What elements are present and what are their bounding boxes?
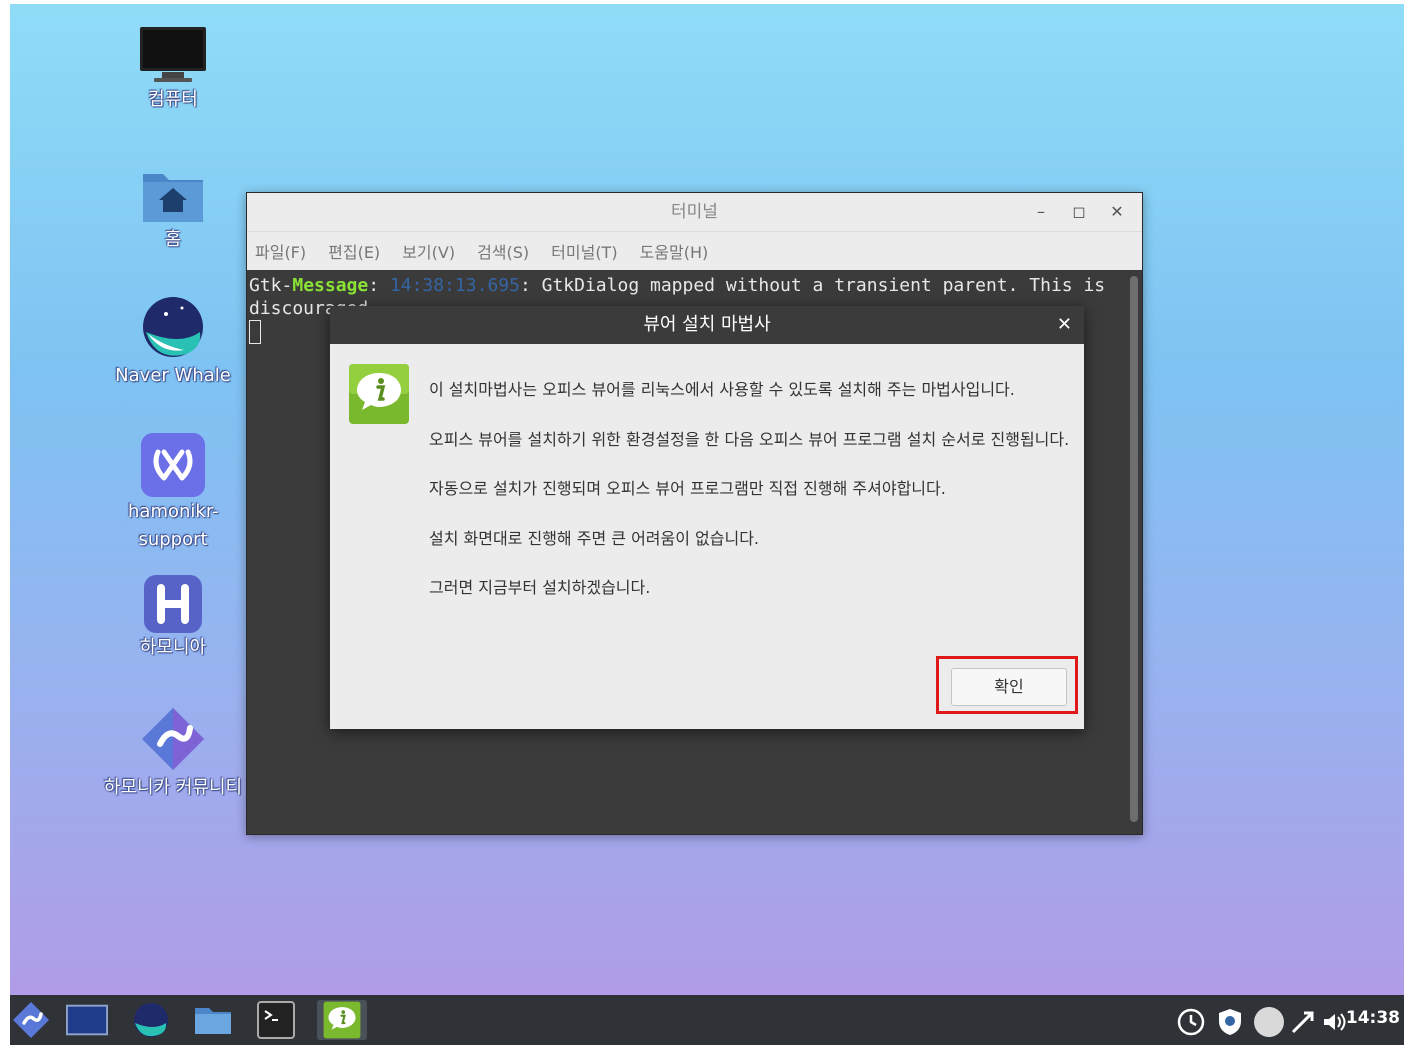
hamonia-icon bbox=[143, 574, 203, 634]
computer-monitor-icon bbox=[138, 24, 208, 86]
menu-file[interactable]: 파일(F) bbox=[255, 239, 306, 263]
hamonikr-support-icon bbox=[140, 432, 206, 498]
desktop-icon-hamonikr-support[interactable]: hamonikr-support bbox=[98, 432, 248, 554]
installer-dialog: 뷰어 설치 마법사 ✕ 이 설치마법사는 오피스 뷰어를 리눅스에서 사용할 수… bbox=[330, 306, 1084, 729]
dialog-line-5: 그러면 지금부터 설치하겠습니다. bbox=[429, 578, 651, 597]
naver-whale-icon bbox=[134, 1003, 168, 1037]
output-rest: : GtkDialog mapped without a transient p… bbox=[519, 275, 1106, 296]
desktop-icon-label: hamonikr-support bbox=[128, 501, 219, 550]
desktop-icon-label: 하모니카 커뮤니티 bbox=[103, 777, 243, 798]
dialog-line-1: 이 설치마법사는 오피스 뷰어를 리눅스에서 사용할 수 있도록 설치해 주는 … bbox=[429, 380, 1015, 399]
naver-whale-icon bbox=[138, 292, 208, 362]
desktop-icon-label: 하모니아 bbox=[139, 637, 207, 658]
minimize-button[interactable]: – bbox=[1026, 193, 1056, 231]
close-button[interactable]: ✕ bbox=[1102, 193, 1132, 231]
desktop-icon-home[interactable]: 홈 bbox=[98, 164, 248, 254]
dialog-message: 이 설치마법사는 오피스 뷰어를 리눅스에서 사용할 수 있도록 설치해 주는 … bbox=[429, 380, 1079, 628]
menu-edit[interactable]: 편집(E) bbox=[328, 239, 380, 263]
terminal-icon bbox=[257, 1001, 295, 1039]
terminal-line-1: Gtk-Message: 14:38:13.695: GtkDialog map… bbox=[249, 274, 1140, 297]
terminal-titlebar[interactable]: 터미널 – ◻ ✕ bbox=[247, 193, 1142, 232]
output-timestamp: 14:38:13.695 bbox=[389, 275, 520, 296]
ok-button[interactable]: 확인 bbox=[951, 668, 1067, 706]
dialog-line-3: 자동으로 설치가 진행되며 오피스 뷰어 프로그램만 직접 진행해 주셔야합니다… bbox=[429, 479, 946, 498]
dialog-title: 뷰어 설치 마법사 bbox=[643, 314, 771, 335]
update-clock-icon[interactable] bbox=[1176, 1007, 1206, 1041]
dialog-line-2: 오피스 뷰어를 설치하기 위한 환경설정을 한 다음 오피스 뷰어 프로그램 설… bbox=[429, 429, 1070, 449]
terminal-cursor bbox=[249, 320, 261, 344]
network-icon[interactable] bbox=[1290, 1009, 1316, 1039]
taskbar: 14:38 bbox=[10, 995, 1404, 1045]
desktop-icon-naver-whale[interactable]: Naver Whale bbox=[98, 292, 248, 390]
dialog-close-button[interactable]: ✕ bbox=[1057, 306, 1072, 344]
system-tray bbox=[1176, 1005, 1346, 1043]
taskbar-naver-whale[interactable] bbox=[130, 1000, 172, 1040]
menu-search[interactable]: 검색(S) bbox=[477, 239, 529, 263]
start-menu-button[interactable] bbox=[10, 1000, 52, 1040]
desktop-icon-hamonikr-community[interactable]: 하모니카 커뮤니티 bbox=[98, 704, 248, 802]
show-desktop-icon bbox=[66, 1004, 108, 1036]
taskbar-installer-dialog[interactable] bbox=[317, 1000, 367, 1040]
terminal-scrollbar[interactable] bbox=[1130, 276, 1138, 822]
info-icon bbox=[348, 363, 410, 429]
menu-view[interactable]: 보기(V) bbox=[402, 239, 455, 263]
home-folder-icon bbox=[140, 164, 206, 226]
hamonikr-logo-icon bbox=[13, 1002, 49, 1038]
output-keyword: Message bbox=[292, 275, 369, 296]
dialog-titlebar[interactable]: 뷰어 설치 마법사 ✕ bbox=[330, 306, 1084, 344]
desktop-icon-label: Naver Whale bbox=[115, 365, 231, 386]
maximize-button[interactable]: ◻ bbox=[1064, 193, 1094, 231]
taskbar-terminal[interactable] bbox=[255, 1000, 297, 1040]
folder-icon bbox=[195, 1008, 231, 1034]
terminal-menubar: 파일(F) 편집(E) 보기(V) 검색(S) 터미널(T) 도움말(H) bbox=[247, 232, 1142, 270]
desktop-icon-label: 홈 bbox=[164, 229, 182, 250]
dialog-line-4: 설치 화면대로 진행해 주면 큰 어려움이 없습니다. bbox=[429, 528, 760, 548]
terminal-title: 터미널 bbox=[671, 202, 718, 222]
output-colon: : bbox=[368, 275, 390, 296]
clock[interactable]: 14:38 bbox=[1346, 1008, 1400, 1028]
menu-help[interactable]: 도움말(H) bbox=[640, 239, 709, 263]
ok-button-highlight: 확인 bbox=[936, 656, 1078, 714]
info-icon bbox=[323, 1001, 361, 1039]
hamonikr-community-icon bbox=[138, 704, 208, 774]
status-circle-icon[interactable] bbox=[1252, 1005, 1286, 1043]
taskbar-show-desktop[interactable] bbox=[66, 1000, 108, 1040]
shield-icon[interactable] bbox=[1216, 1007, 1244, 1041]
menu-terminal[interactable]: 터미널(T) bbox=[551, 239, 617, 263]
volume-icon[interactable] bbox=[1322, 1011, 1346, 1037]
desktop-icon-computer[interactable]: 컴퓨터 bbox=[98, 24, 248, 114]
taskbar-file-manager[interactable] bbox=[192, 1000, 234, 1040]
desktop-icon-hamonia[interactable]: 하모니아 bbox=[98, 574, 248, 662]
desktop: 컴퓨터 홈 Naver Whale hamonikr-support 하모니아 … bbox=[10, 4, 1404, 1045]
desktop-icon-label: 컴퓨터 bbox=[148, 89, 198, 110]
output-prefix: Gtk- bbox=[249, 275, 293, 296]
